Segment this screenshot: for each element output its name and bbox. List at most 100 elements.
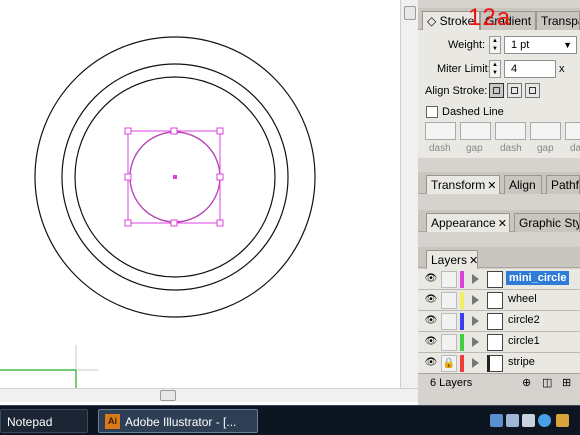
notification-icon[interactable] — [522, 414, 535, 427]
transform-panel-tabs: Transform ✕ Align Pathfi — [418, 172, 580, 194]
taskbar-illustrator-button[interactable]: Ai Adobe Illustrator - [... — [98, 409, 258, 433]
network-icon[interactable] — [490, 414, 503, 427]
layer-name[interactable]: wheel — [508, 293, 537, 305]
tab-layers[interactable]: Layers ✕ — [426, 250, 478, 269]
layer-name[interactable]: circle1 — [508, 335, 540, 347]
tab-transparency-label: Transpa — [541, 14, 579, 28]
tab-transparency[interactable]: Transpa — [536, 11, 580, 30]
center-point — [173, 175, 177, 179]
close-icon[interactable]: ✕ — [498, 218, 507, 230]
handle-middle-left — [124, 173, 132, 181]
layer-row-stripe[interactable]: 👁 🔒 stripe — [418, 353, 580, 374]
tab-graphic-styles[interactable]: Graphic Styl — [514, 213, 580, 232]
align-stroke-center-button[interactable] — [489, 83, 504, 98]
eye-icon[interactable]: 👁 — [424, 315, 438, 327]
expand-triangle-icon[interactable] — [472, 295, 479, 305]
expand-triangle-icon[interactable] — [472, 274, 479, 284]
layers-panel-tabs: Layers ✕ — [418, 247, 580, 269]
miter-limit-input[interactable]: 4 — [504, 60, 556, 78]
dash-input-3[interactable] — [565, 122, 580, 140]
make-clipping-mask-icon[interactable]: ◫ — [542, 376, 552, 389]
layer-name[interactable]: mini_circle — [506, 271, 570, 285]
gap-input-2[interactable] — [530, 122, 561, 140]
eye-icon[interactable]: 👁 — [424, 273, 438, 285]
artboard-edge — [0, 369, 77, 388]
layers-list: 👁 mini_circle 👁 wheel 👁 circle2 👁 circle… — [418, 268, 580, 376]
volume-icon[interactable] — [506, 414, 519, 427]
miter-stepper[interactable]: ▲ ▼ — [489, 60, 501, 78]
close-icon[interactable]: ✕ — [487, 180, 496, 192]
lock-toggle[interactable] — [441, 334, 457, 351]
tray-app-icon[interactable] — [556, 414, 569, 427]
layer-name[interactable]: stripe — [508, 356, 535, 368]
dashed-line-checkbox[interactable] — [426, 106, 438, 118]
gap-input-1[interactable] — [460, 122, 491, 140]
layer-row-mini-circle[interactable]: 👁 mini_circle — [418, 269, 580, 290]
miter-value: 4 — [511, 63, 518, 75]
dash-label-2: dash — [500, 143, 522, 154]
layer-thumbnail — [487, 334, 503, 351]
new-sublayer-icon[interactable]: ⊞ — [562, 376, 571, 389]
handle-top-center — [170, 127, 178, 135]
horizontal-scrollbar[interactable] — [0, 388, 418, 402]
step-label: 12a — [468, 4, 512, 31]
close-icon[interactable]: ✕ — [469, 255, 477, 267]
layer-thumbnail — [487, 271, 503, 288]
weight-select[interactable]: 1 pt ▼ — [504, 36, 577, 54]
layer-thumbnail — [487, 355, 503, 372]
tab-appearance[interactable]: Appearance ✕ — [426, 213, 510, 232]
layer-thumbnail — [487, 313, 503, 330]
lock-toggle[interactable] — [441, 313, 457, 330]
taskbar: Notepad Ai Adobe Illustrator - [... — [0, 405, 580, 435]
weight-stepper[interactable]: ▲ ▼ — [489, 36, 501, 54]
align-inside-icon — [511, 87, 518, 94]
layer-name[interactable]: circle2 — [508, 314, 540, 326]
handle-bottom-center — [170, 219, 178, 227]
illustrator-icon: Ai — [105, 414, 120, 430]
layer-color — [460, 313, 464, 330]
layer-row-circle1[interactable]: 👁 circle1 — [418, 332, 580, 353]
layer-row-wheel[interactable]: 👁 wheel — [418, 290, 580, 311]
tab-transform-label: Transform — [431, 178, 486, 192]
eye-icon[interactable]: 👁 — [424, 357, 438, 369]
align-stroke-inside-button[interactable] — [507, 83, 522, 98]
stroke-panel: Weight: ▲ ▼ 1 pt ▼ Miter Limit: ▲ ▼ 4 x Ali… — [418, 30, 580, 158]
expand-triangle-icon[interactable] — [472, 358, 479, 368]
lock-toggle[interactable] — [441, 292, 457, 309]
locate-object-icon[interactable]: ⊕ — [522, 376, 531, 389]
taskbar-notepad-label: Notepad — [7, 415, 53, 429]
artboard-canvas[interactable] — [0, 0, 400, 388]
align-stroke-outside-button[interactable] — [525, 83, 540, 98]
dash-input-1[interactable] — [425, 122, 456, 140]
layer-color — [460, 271, 464, 288]
artwork — [0, 36, 316, 388]
tab-align[interactable]: Align — [504, 175, 542, 194]
eye-icon[interactable]: 👁 — [424, 336, 438, 348]
dash-input-2[interactable] — [495, 122, 526, 140]
horizontal-scroll-thumb[interactable] — [160, 390, 176, 401]
gap-label-1: gap — [466, 143, 483, 154]
lock-toggle[interactable] — [441, 271, 457, 288]
tab-pathfinder[interactable]: Pathfi — [546, 175, 580, 194]
layer-row-circle2[interactable]: 👁 circle2 — [418, 311, 580, 332]
weight-label: Weight: — [448, 39, 486, 51]
layer-color — [460, 355, 464, 372]
lock-icon[interactable]: 🔒 — [441, 355, 457, 372]
update-icon[interactable] — [538, 414, 551, 427]
expand-triangle-icon[interactable] — [472, 337, 479, 347]
taskbar-notepad-button[interactable]: Notepad — [0, 409, 88, 433]
tab-align-label: Align — [509, 178, 536, 192]
handle-top-right — [216, 127, 224, 135]
expand-triangle-icon[interactable] — [472, 316, 479, 326]
handle-bottom-left — [124, 219, 132, 227]
align-stroke-label: Align Stroke: — [425, 85, 488, 97]
miter-limit-label: Miter Limit: — [437, 63, 491, 75]
handle-middle-right — [216, 173, 224, 181]
tab-transform[interactable]: Transform ✕ — [426, 175, 500, 194]
tab-appearance-label: Appearance — [431, 216, 496, 230]
tab-graphic-styles-label: Graphic Styl — [519, 216, 580, 230]
vertical-scroll-thumb[interactable] — [404, 6, 416, 20]
dash-label-1: dash — [429, 143, 451, 154]
eye-icon[interactable]: 👁 — [424, 294, 438, 306]
vertical-scrollbar[interactable] — [400, 0, 418, 388]
